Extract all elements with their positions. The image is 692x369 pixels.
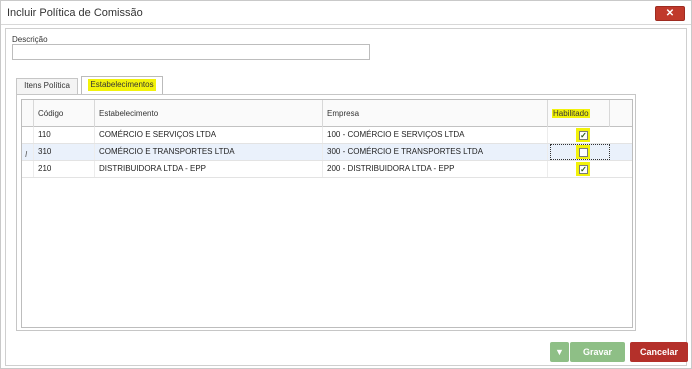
cancelar-button[interactable]: Cancelar [630, 342, 688, 362]
chevron-down-icon: ▼ [555, 347, 564, 357]
tab-itens-politica[interactable]: Itens Política [16, 78, 78, 94]
descricao-label: Descrição [12, 35, 48, 44]
checkmark-icon: ✓ [580, 131, 587, 140]
habilitado-checkbox[interactable]: ✓ [579, 131, 588, 140]
table-row[interactable]: 210 DISTRIBUIDORA LTDA - EPP 200 - DISTR… [22, 161, 632, 178]
close-icon: ✕ [665, 8, 675, 19]
header-habilitado[interactable]: Habilitado [548, 100, 610, 127]
cell-codigo: 210 [34, 161, 95, 177]
cell-habilitado [550, 144, 610, 160]
estabelecimentos-panel: Código Estabelecimento Empresa Habilitad… [16, 94, 636, 331]
dialog-content: Descrição Itens Política Estabelecimento… [5, 28, 687, 366]
table-row[interactable]: I 310 COMÉRCIO E TRANSPORTES LTDA 300 - … [22, 144, 632, 161]
gravar-dropdown-button[interactable]: ▼ [550, 342, 569, 362]
habilitado-checkbox[interactable]: ✓ [579, 165, 588, 174]
dialog-window: Incluir Política de Comissão ✕ Descrição… [0, 0, 692, 369]
title-bar: Incluir Política de Comissão ✕ [1, 1, 691, 25]
cell-estabelecimento: DISTRIBUIDORA LTDA - EPP [95, 161, 323, 177]
estabelecimentos-grid: Código Estabelecimento Empresa Habilitad… [21, 99, 633, 328]
row-indicator-cell [22, 127, 34, 143]
cell-estabelecimento: COMÉRCIO E TRANSPORTES LTDA [95, 144, 323, 160]
cell-empresa: 200 - DISTRIBUIDORA LTDA - EPP [323, 161, 548, 177]
close-button[interactable]: ✕ [655, 6, 685, 21]
cell-empresa: 100 - COMÉRCIO E SERVIÇOS LTDA [323, 127, 548, 143]
cell-estabelecimento: COMÉRCIO E SERVIÇOS LTDA [95, 127, 323, 143]
header-indicator-cell [22, 100, 34, 127]
habilitado-checkbox[interactable] [579, 148, 588, 157]
tab-itens-politica-label: Itens Política [24, 81, 70, 90]
grid-header: Código Estabelecimento Empresa Habilitad… [22, 100, 632, 127]
header-habilitado-label: Habilitado [552, 109, 590, 118]
gravar-button[interactable]: Gravar [570, 342, 625, 362]
cell-habilitado: ✓ [562, 161, 610, 177]
header-codigo[interactable]: Código [34, 100, 95, 127]
descricao-input[interactable] [12, 44, 370, 60]
dialog-title: Incluir Política de Comissão [7, 7, 143, 19]
tab-estabelecimentos-label: Estabelecimentos [88, 79, 156, 91]
cell-codigo: 310 [34, 144, 95, 160]
tab-estabelecimentos[interactable]: Estabelecimentos [81, 76, 163, 95]
header-filler [610, 100, 632, 127]
row-indicator-cell: I [22, 144, 34, 160]
row-indicator-cell [22, 161, 34, 177]
header-empresa[interactable]: Empresa [323, 100, 548, 127]
cell-codigo: 110 [34, 127, 95, 143]
header-estabelecimento[interactable]: Estabelecimento [95, 100, 323, 127]
checkmark-icon: ✓ [580, 165, 587, 174]
table-row[interactable]: 110 COMÉRCIO E SERVIÇOS LTDA 100 - COMÉR… [22, 127, 632, 144]
cell-empresa: 300 - COMÉRCIO E TRANSPORTES LTDA [323, 144, 548, 160]
cell-habilitado: ✓ [562, 127, 610, 143]
